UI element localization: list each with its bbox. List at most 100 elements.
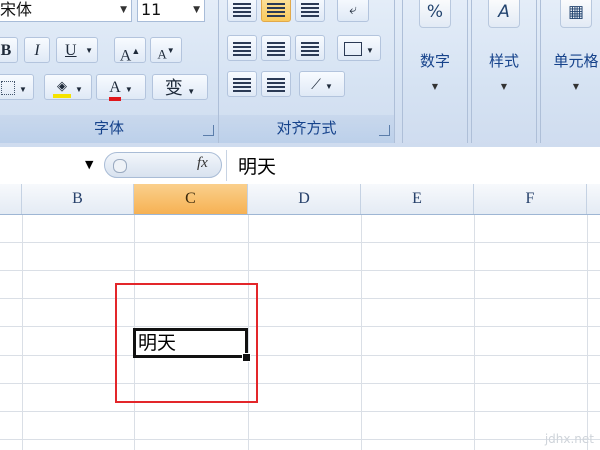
decrease-indent-button[interactable]	[227, 71, 257, 97]
row-line	[0, 383, 600, 384]
ribbon: 宋体 ▼ 11 ▼ B I U ▼ A▲ A▼ ▼ ◈ ▼ A ▼ 变 ▼ 字体…	[0, 0, 600, 148]
column-header-A[interactable]	[0, 184, 22, 214]
align-right-icon	[301, 42, 319, 57]
alignment-dialog-launcher-icon[interactable]	[379, 125, 390, 136]
align-left-icon	[233, 42, 251, 57]
align-bottom-button[interactable]	[295, 0, 325, 22]
shrink-font-button[interactable]: A▼	[150, 37, 182, 63]
chevron-down-icon[interactable]: ▼	[19, 85, 27, 94]
grow-font-button[interactable]: A▲	[114, 37, 146, 65]
font-name-combo[interactable]: 宋体 ▼	[0, 0, 132, 22]
font-color-button[interactable]: A ▼	[96, 74, 146, 101]
column-header-row: B C D E F	[0, 184, 600, 215]
cells-icon: ▦	[560, 0, 592, 28]
merge-center-button[interactable]: ▼	[337, 35, 381, 61]
column-line	[22, 215, 23, 450]
wrap-text-icon: ⤶	[349, 3, 357, 18]
formula-bar: ▼ fx 明天	[0, 147, 600, 185]
font-group-label: 字体	[0, 115, 218, 143]
align-bottom-icon	[301, 3, 319, 18]
alignment-group-label: 对齐方式	[219, 115, 394, 143]
font-color-icon: A	[109, 79, 121, 101]
cells-group-label: 单元格	[553, 52, 599, 70]
increase-indent-button[interactable]	[261, 71, 291, 97]
insert-function-button[interactable]: fx	[197, 155, 208, 172]
phonetic-icon: 变	[164, 78, 183, 98]
number-group[interactable]: % 数字 ▼	[402, 0, 468, 143]
percent-icon: %	[419, 0, 451, 28]
row-line	[0, 298, 600, 299]
chevron-down-icon[interactable]: ▼	[85, 38, 93, 64]
chevron-down-icon[interactable]: ▼	[125, 85, 133, 94]
shrink-font-icon: A	[157, 46, 167, 62]
orientation-button[interactable]: ⟋ ▼	[299, 71, 345, 97]
underline-button[interactable]: U ▼	[56, 37, 98, 63]
chevron-down-icon[interactable]: ▼	[403, 82, 467, 91]
underline-label: U	[65, 42, 77, 59]
chevron-down-icon[interactable]: ▼	[325, 82, 333, 91]
watermark: jdhx.net	[544, 432, 594, 446]
font-dialog-launcher-icon[interactable]	[203, 125, 214, 136]
styles-icon: A	[488, 0, 520, 28]
chevron-down-icon[interactable]: ▼	[187, 87, 195, 96]
formula-input[interactable]: 明天	[238, 152, 276, 179]
column-header-B[interactable]: B	[22, 184, 134, 214]
chevron-down-icon[interactable]: ▼	[120, 0, 127, 21]
active-cell[interactable]: 明天	[133, 328, 248, 358]
chevron-down-icon[interactable]: ▼	[472, 82, 536, 91]
styles-group[interactable]: A 样式 ▼	[471, 0, 537, 143]
row-line	[0, 326, 600, 327]
column-header-G[interactable]	[587, 184, 600, 214]
align-right-button[interactable]	[295, 35, 325, 61]
paint-bucket-icon: ◈	[53, 78, 72, 99]
row-line	[0, 439, 600, 440]
font-size-value: 11	[141, 0, 162, 19]
number-group-label: 数字	[419, 52, 450, 70]
align-center-button[interactable]	[261, 35, 291, 61]
align-left-button[interactable]	[227, 35, 257, 61]
align-top-button[interactable]	[227, 0, 257, 22]
align-center-icon	[267, 42, 285, 57]
grow-font-icon: A	[119, 47, 132, 65]
name-box-dropdown-icon[interactable]: ▼	[85, 158, 93, 171]
chevron-down-icon[interactable]: ▼	[541, 82, 600, 91]
cells-group[interactable]: ▦ 单元格 ▼	[540, 0, 600, 143]
fill-color-button[interactable]: ◈ ▼	[44, 74, 92, 100]
column-line	[474, 215, 475, 450]
chevron-down-icon[interactable]: ▼	[366, 46, 374, 55]
column-header-D[interactable]: D	[248, 184, 361, 214]
align-middle-icon	[267, 3, 285, 18]
bold-button[interactable]: B	[0, 37, 18, 63]
font-group: 宋体 ▼ 11 ▼ B I U ▼ A▲ A▼ ▼ ◈ ▼ A ▼ 变 ▼ 字体	[0, 0, 219, 143]
row-line	[0, 411, 600, 412]
column-line	[361, 215, 362, 450]
align-top-icon	[233, 3, 251, 18]
border-icon	[1, 81, 16, 96]
column-header-C[interactable]: C	[134, 184, 248, 214]
chevron-down-icon[interactable]: ▼	[75, 85, 83, 94]
borders-button[interactable]: ▼	[0, 74, 34, 100]
alignment-group: ⤶ ▼ ⟋ ▼ 对齐方式	[219, 0, 395, 143]
column-header-F[interactable]: F	[474, 184, 587, 214]
row-line	[0, 355, 600, 356]
chevron-down-icon[interactable]: ▼	[193, 0, 200, 21]
orientation-icon: ⟋	[311, 78, 321, 93]
splitter-handle-icon[interactable]	[113, 159, 127, 173]
merge-icon	[344, 42, 363, 57]
font-size-combo[interactable]: 11 ▼	[137, 0, 205, 22]
worksheet-grid[interactable]: 明天 jdhx.net	[0, 215, 600, 450]
formula-bar-divider	[226, 150, 227, 181]
row-line	[0, 270, 600, 271]
decrease-indent-icon	[233, 78, 251, 93]
phonetic-button[interactable]: 变 ▼	[152, 74, 208, 100]
row-line	[0, 242, 600, 243]
font-name-value: 宋体	[0, 0, 33, 19]
styles-group-label: 样式	[488, 52, 519, 70]
wrap-text-button[interactable]: ⤶	[337, 0, 369, 22]
column-header-E[interactable]: E	[361, 184, 474, 214]
align-middle-button[interactable]	[261, 0, 291, 22]
column-line	[587, 215, 588, 450]
increase-indent-icon	[267, 78, 285, 93]
fill-handle[interactable]	[242, 353, 251, 362]
italic-button[interactable]: I	[24, 37, 50, 63]
